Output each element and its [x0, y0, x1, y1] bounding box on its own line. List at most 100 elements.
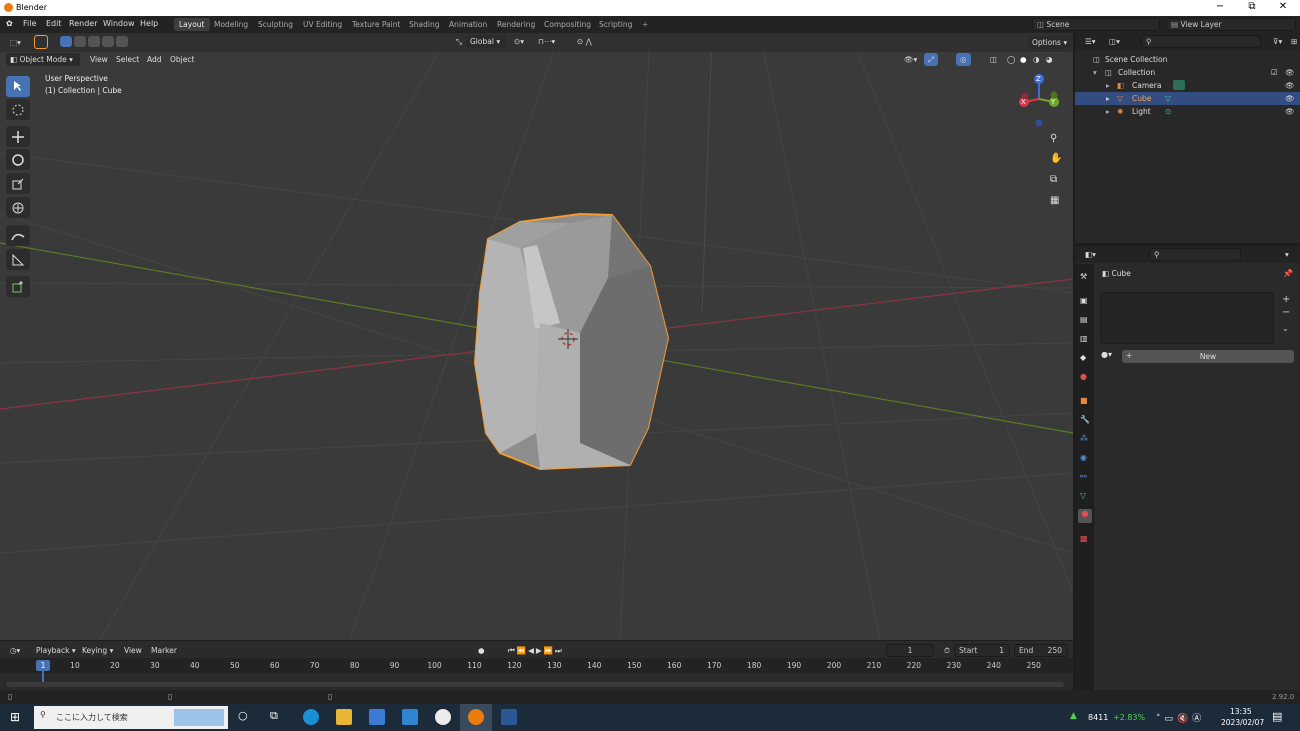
light-data-icon[interactable]: ⊙	[1165, 107, 1171, 116]
select-mode-intersect-icon[interactable]	[116, 36, 128, 47]
cube-mesh-data-icon[interactable]: ▽	[1165, 94, 1171, 103]
timeline-menu-keying[interactable]: Keying ▾	[78, 644, 117, 657]
modifier-tab-icon[interactable]: 🔧	[1080, 415, 1090, 425]
cube-object[interactable]	[473, 212, 670, 471]
light-expand-icon[interactable]: ▸	[1106, 107, 1110, 116]
outliner-item-camera[interactable]: ▸ ◧ Camera 👁	[1075, 79, 1300, 92]
gizmo-toggle-icon[interactable]: ⤢	[924, 53, 938, 66]
add-workspace-icon[interactable]: +	[637, 18, 653, 31]
viewport-menu-select[interactable]: Select	[112, 53, 143, 66]
outliner-filter-icon[interactable]: ⊽▾	[1269, 35, 1286, 48]
mesh-data-tab-icon[interactable]: ▽	[1080, 491, 1090, 501]
outliner-new-collection-icon[interactable]: ⊞	[1287, 35, 1300, 48]
store-icon[interactable]	[369, 709, 385, 725]
pivot-point-icon[interactable]: ⊙▾	[510, 35, 528, 48]
tab-animation[interactable]: Animation	[444, 18, 492, 31]
select-box-icon[interactable]	[34, 35, 48, 49]
blender-taskbar-icon[interactable]	[468, 709, 484, 725]
pin-icon[interactable]: 📌	[1283, 269, 1293, 278]
ortho-grid-icon[interactable]: ▦	[1050, 195, 1064, 209]
tab-texture-paint[interactable]: Texture Paint	[347, 18, 405, 31]
editor-type-icon[interactable]: ⬚▾	[6, 36, 25, 49]
viewport-menu-view[interactable]: View	[86, 53, 112, 66]
mode-dropdown[interactable]: ◧ Object Mode ▾	[6, 53, 80, 66]
preview-range-icon[interactable]: ⏱	[940, 644, 954, 657]
select-mode-difference-icon[interactable]	[102, 36, 114, 47]
timeline-menu-view[interactable]: View	[120, 644, 146, 657]
timeline-scrollbar[interactable]	[6, 682, 1064, 687]
scene-tab-icon[interactable]: ◆	[1080, 353, 1090, 363]
world-tab-icon[interactable]: ●	[1080, 372, 1090, 382]
transform-orientation-dropdown[interactable]: Global ▾	[466, 35, 506, 48]
view-layer-tab-icon[interactable]: ▥	[1080, 334, 1090, 344]
tool-tab-icon[interactable]: ⚒	[1080, 272, 1090, 282]
move-tool-icon[interactable]	[6, 126, 30, 147]
taskbar-search-box[interactable]: ⚲ ここに入力して検索	[34, 706, 228, 729]
material-slot-list[interactable]	[1100, 292, 1274, 344]
zoom-icon[interactable]: ⚲	[1050, 133, 1064, 147]
windows-start-icon[interactable]: ⊞	[10, 710, 20, 724]
tab-rendering[interactable]: Rendering	[492, 18, 540, 31]
timeline-menu-playback[interactable]: Playback ▾	[32, 644, 80, 657]
cursor-tool-icon[interactable]	[6, 99, 30, 120]
tab-modeling[interactable]: Modeling	[209, 18, 253, 31]
minimize-button[interactable]: −	[1205, 1, 1235, 12]
material-browse-icon[interactable]: ●▾	[1101, 350, 1112, 359]
camera-view-icon[interactable]: ⧉	[1050, 174, 1064, 188]
timeline-editor-type-icon[interactable]: ◷▾	[6, 644, 24, 657]
camera-data-icon[interactable]	[1173, 80, 1185, 90]
camera-visibility-icon[interactable]: 👁	[1285, 81, 1295, 90]
outliner-display-mode-icon[interactable]: ◫▾	[1105, 35, 1124, 48]
select-tool-icon[interactable]	[6, 76, 30, 97]
close-button[interactable]: ✕	[1268, 1, 1298, 12]
blender-menu-icon[interactable]: ✿	[6, 19, 13, 28]
tab-shading[interactable]: Shading	[404, 18, 444, 31]
mail-icon[interactable]	[402, 709, 418, 725]
properties-search-field[interactable]: ⚲	[1149, 248, 1241, 261]
tab-sculpting[interactable]: Sculpting	[253, 18, 298, 31]
light-visibility-icon[interactable]: 👁	[1285, 107, 1295, 116]
select-mode-extend-icon[interactable]	[74, 36, 86, 47]
3d-viewport[interactable]: Z X Y User Perspective (1) Collection | …	[0, 33, 1073, 640]
add-cube-tool-icon[interactable]	[6, 276, 30, 297]
collection-expand-icon[interactable]: ▾	[1093, 68, 1097, 77]
current-frame-field[interactable]: 1	[886, 644, 934, 657]
outliner-scene-collection[interactable]: ◫ Scene Collection	[1075, 53, 1300, 66]
slot-specials-icon[interactable]: ⌄	[1282, 324, 1289, 333]
camera-expand-icon[interactable]: ▸	[1106, 81, 1110, 90]
menu-help[interactable]: Help	[140, 19, 158, 28]
visibility-icon[interactable]: 👁▾	[900, 53, 921, 66]
tab-scripting[interactable]: Scripting	[594, 18, 637, 31]
particles-tab-icon[interactable]: ⁂	[1080, 434, 1090, 444]
edge-icon[interactable]	[303, 709, 319, 725]
proportional-edit-icon[interactable]: ⊙ ⋀	[573, 35, 596, 48]
menu-render[interactable]: Render	[69, 19, 97, 28]
tab-layout[interactable]: Layout	[174, 18, 210, 31]
menu-edit[interactable]: Edit	[46, 19, 62, 28]
properties-editor-type-icon[interactable]: ◧▾	[1081, 248, 1100, 261]
select-mode-new-icon[interactable]	[60, 36, 72, 47]
viewport-menu-add[interactable]: Add	[143, 53, 166, 66]
properties-options-icon[interactable]: ▾	[1281, 248, 1293, 261]
outliner-collection[interactable]: ▾ ◫ Collection ☑ 👁	[1075, 66, 1300, 79]
collection-checkbox-icon[interactable]: ☑	[1271, 68, 1278, 77]
physics-tab-icon[interactable]: ◉	[1080, 453, 1090, 463]
transform-tool-icon[interactable]	[6, 197, 30, 218]
scale-tool-icon[interactable]	[6, 173, 30, 194]
maximize-button[interactable]: ⧉	[1237, 1, 1267, 12]
menu-file[interactable]: File	[23, 19, 36, 28]
outliner-search-field[interactable]: ⚲	[1141, 35, 1261, 48]
file-explorer-icon[interactable]	[336, 709, 352, 725]
tab-compositing[interactable]: Compositing	[539, 18, 596, 31]
record-icon[interactable]: ●	[474, 644, 489, 657]
cube-expand-icon[interactable]: ▸	[1106, 94, 1110, 103]
select-mode-subtract-icon[interactable]	[88, 36, 100, 47]
outliner-editor-type-icon[interactable]: ☰▾	[1081, 35, 1100, 48]
github-icon[interactable]	[435, 709, 451, 725]
word-icon[interactable]	[501, 709, 517, 725]
add-slot-icon[interactable]: +	[1282, 294, 1290, 305]
start-frame-field[interactable]: Start 1	[954, 644, 1010, 657]
measure-tool-icon[interactable]	[6, 249, 30, 270]
overlay-toggle-icon[interactable]: ◎	[956, 53, 971, 66]
transform-orientation-icon[interactable]: ⤡	[452, 35, 466, 48]
